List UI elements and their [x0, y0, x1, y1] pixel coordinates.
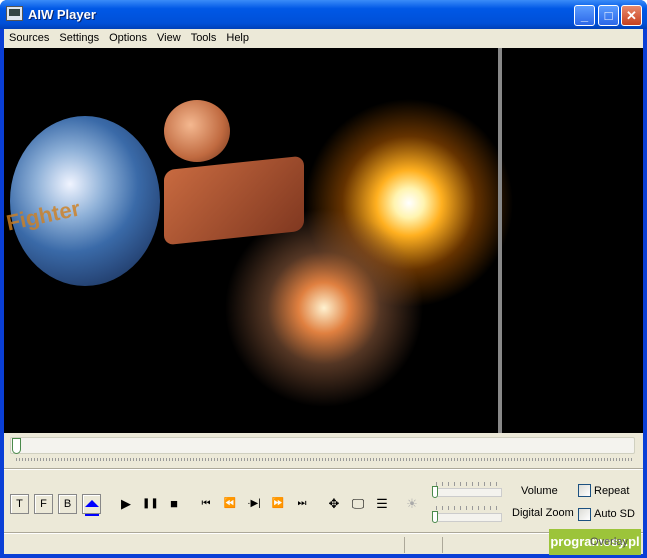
eject-button[interactable]: [82, 494, 101, 516]
menu-bar: Sources Settings Options View Tools Help: [4, 29, 643, 48]
close-button[interactable]: ✕: [621, 5, 642, 26]
app-icon: [6, 6, 23, 21]
overlay-status: Overlay: [590, 536, 628, 548]
eject-icon: [84, 500, 99, 507]
seek-thumb[interactable]: [12, 438, 21, 454]
stop-button[interactable]: ■: [166, 496, 182, 512]
zoom-slider[interactable]: [432, 513, 502, 522]
video-moon: [164, 100, 230, 162]
t-button[interactable]: T: [10, 494, 29, 514]
play-button[interactable]: ▶: [118, 496, 134, 512]
menu-sources[interactable]: Sources: [4, 29, 54, 48]
video-planet: [10, 116, 160, 286]
zoom-ticks: [436, 506, 498, 510]
digital-zoom-label: Digital Zoom: [512, 507, 574, 519]
seek-ticks: [16, 458, 632, 461]
next-button[interactable]: ⏭: [294, 496, 310, 512]
pause-button[interactable]: ❚❚: [142, 496, 159, 512]
repeat-checkbox[interactable]: [578, 484, 591, 497]
volume-slider[interactable]: [432, 488, 502, 497]
previous-button[interactable]: ⏮: [198, 496, 214, 512]
menu-tools[interactable]: Tools: [186, 29, 222, 48]
volume-thumb[interactable]: [432, 486, 438, 498]
separator: [4, 468, 643, 470]
menu-view[interactable]: View: [152, 29, 186, 48]
menu-settings[interactable]: Settings: [54, 29, 104, 48]
status-pane-divider: [404, 537, 405, 553]
fullscreen-button[interactable]: ✥: [326, 496, 342, 512]
status-bar: [4, 535, 643, 554]
maximize-button[interactable]: □: [598, 5, 619, 26]
menu-help[interactable]: Help: [221, 29, 254, 48]
playlist-button[interactable]: ☰: [374, 496, 390, 512]
brightness-icon[interactable]: ☀: [404, 496, 420, 512]
client-area: Sources Settings Options View Tools Help…: [4, 29, 643, 554]
repeat-label[interactable]: Repeat: [594, 485, 629, 497]
window-title: AIW Player: [28, 7, 96, 22]
step-button[interactable]: ·▶|: [246, 496, 262, 512]
auto-sd-label[interactable]: Auto SD: [594, 508, 635, 520]
separator: [4, 532, 643, 534]
display-button[interactable]: 🖵: [350, 496, 366, 512]
f-button[interactable]: F: [34, 494, 53, 514]
volume-label: Volume: [521, 485, 558, 497]
video-ship: [164, 155, 304, 246]
b-button[interactable]: B: [58, 494, 77, 514]
eject-bar: [84, 514, 99, 516]
title-bar[interactable]: AIW Player _ □ ✕: [0, 0, 647, 29]
video-divider[interactable]: [498, 48, 502, 433]
video-explosion: [224, 208, 424, 408]
forward-button[interactable]: ⏩: [270, 496, 286, 512]
zoom-thumb[interactable]: [432, 511, 438, 523]
minimize-button[interactable]: _: [574, 5, 595, 26]
video-display[interactable]: Fighter: [4, 48, 643, 433]
volume-ticks: [436, 482, 498, 486]
auto-sd-checkbox[interactable]: [578, 508, 591, 521]
rewind-button[interactable]: ⏪: [222, 496, 238, 512]
status-pane-divider: [442, 537, 443, 553]
app-window: AIW Player _ □ ✕ Sources Settings Option…: [0, 0, 647, 558]
seek-bar[interactable]: [10, 437, 635, 454]
menu-options[interactable]: Options: [104, 29, 152, 48]
